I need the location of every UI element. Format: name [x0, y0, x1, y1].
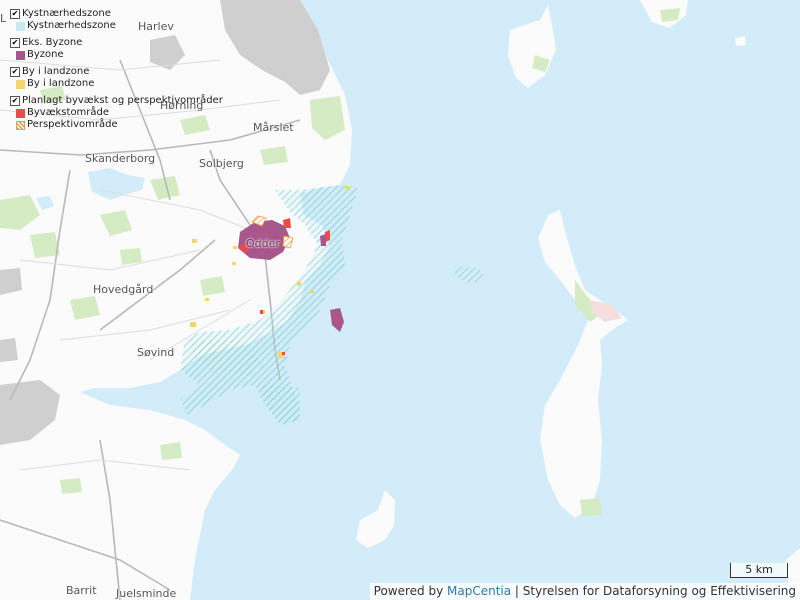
legend-group-title: Planlagt byvækst og perspektivområder	[22, 95, 223, 106]
legend-group-title: Eks. Byzone	[22, 37, 83, 48]
legend-checkbox[interactable]: ✔	[10, 9, 20, 19]
place-label-solbjerg: Solbjerg	[199, 157, 244, 170]
attribution: Powered by MapCentia | Styrelsen for Dat…	[369, 583, 800, 600]
legend-group-title: Kystnærhedszone	[22, 8, 111, 19]
legend-swatch-hatched	[16, 120, 25, 130]
legend-group-planlagt: ✔ Planlagt byvækst og perspektivområder B…	[6, 95, 223, 131]
map-legend: ✔ Kystnærhedszone Kystnærhedszone ✔ Eks. B…	[6, 8, 223, 136]
scale-bar: 5 km	[730, 563, 788, 578]
legend-item-label: Byzone	[27, 49, 64, 60]
legend-group-eks-byzone: ✔ Eks. Byzone Byzone	[6, 37, 223, 61]
legend-checkbox[interactable]: ✔	[10, 67, 20, 77]
legend-group-kystnaerhedszone: ✔ Kystnærhedszone Kystnærhedszone	[6, 8, 223, 32]
legend-group-by-i-landzone: ✔ By i landzone By i landzone	[6, 66, 223, 90]
place-label-sovind: Søvind	[137, 346, 175, 359]
attribution-prefix: Powered by	[373, 584, 448, 598]
legend-swatch	[16, 79, 25, 89]
legend-swatch	[16, 50, 25, 60]
place-label-odder: Odder	[246, 237, 280, 250]
legend-group-title: By i landzone	[22, 66, 90, 77]
legend-item-label: Kystnærhedszone	[27, 20, 116, 31]
attribution-suffix: | Styrelsen for Dataforsyning og Effekti…	[511, 584, 796, 598]
legend-checkbox[interactable]: ✔	[10, 38, 20, 48]
place-label-marslet: Mårslet	[253, 121, 294, 134]
legend-checkbox[interactable]: ✔	[10, 96, 20, 106]
legend-item-label: By i landzone	[27, 78, 95, 89]
legend-item-label: Byvækstområde	[27, 107, 110, 118]
legend-swatch	[16, 21, 25, 31]
legend-swatch	[16, 108, 25, 118]
place-label-barrit: Barrit	[66, 584, 97, 597]
place-label-juelsminde: Juelsminde	[116, 587, 177, 600]
mapcentia-link[interactable]: MapCentia	[447, 584, 511, 598]
legend-item-label: Perspektivområde	[27, 119, 118, 130]
place-label-hovedgard: Hovedgård	[93, 283, 154, 296]
place-label-skanderborg: Skanderborg	[85, 152, 156, 165]
byzone-small	[320, 234, 326, 246]
